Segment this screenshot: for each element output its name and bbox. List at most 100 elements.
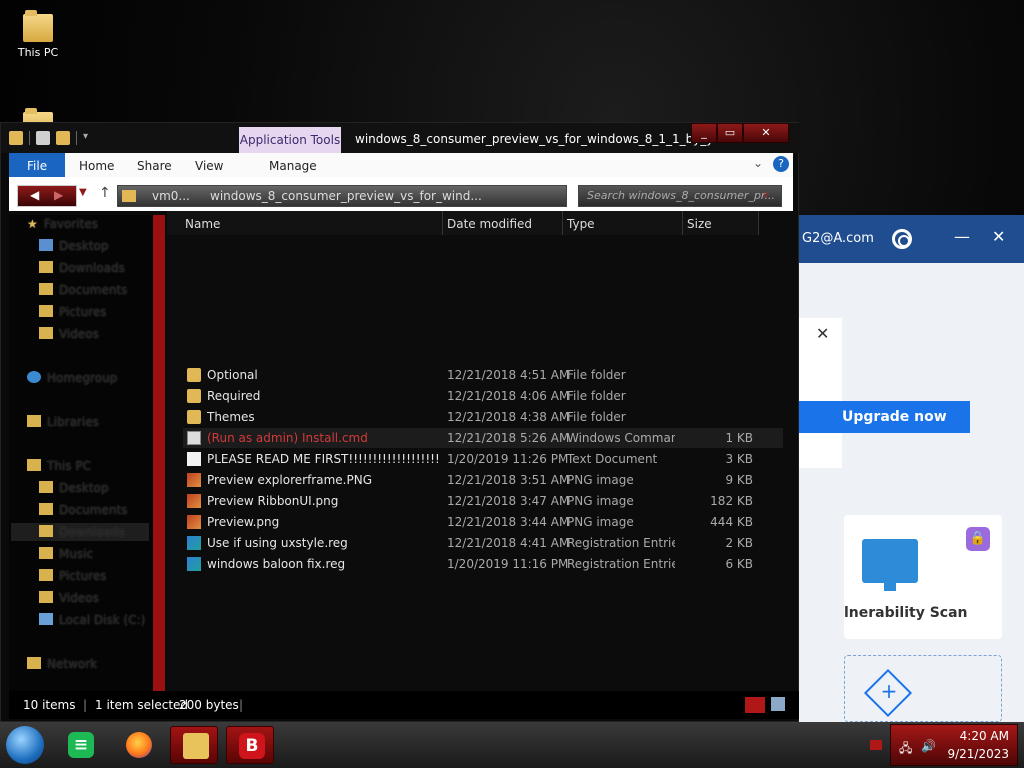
nav-pictures[interactable]: Pictures xyxy=(39,303,107,321)
column-header-date[interactable]: Date modified xyxy=(443,211,563,235)
clock-date: 9/21/2023 xyxy=(947,747,1009,761)
tab-file[interactable]: File xyxy=(9,153,66,177)
nav-pc-documents[interactable]: Documents xyxy=(39,501,127,519)
nav-videos[interactable]: Videos xyxy=(39,325,99,343)
nav-pc-downloads[interactable]: Downloads xyxy=(11,523,149,541)
file-row[interactable]: Preview.png 12/21/2018 3:44 AM PNG image… xyxy=(183,512,783,532)
plus-icon: + xyxy=(863,668,913,718)
file-size: 3 KB xyxy=(725,452,753,466)
address-segment[interactable]: vm0... xyxy=(152,186,190,206)
details-view-icon[interactable] xyxy=(745,697,765,713)
background-app-header: G2@A.com — ✕ xyxy=(790,215,1024,263)
search-icon[interactable]: ⌕ xyxy=(763,187,770,202)
upgrade-now-button[interactable]: Upgrade now xyxy=(790,401,970,433)
vulnerability-scan-card[interactable]: 🔒 lnerability Scan xyxy=(844,515,1002,639)
nav-network[interactable]: Network xyxy=(27,655,97,673)
file-row[interactable]: windows baloon fix.reg 1/20/2019 11:16 P… xyxy=(183,554,783,574)
back-arrow-icon[interactable]: ◀ xyxy=(30,188,39,202)
nav-local-disk[interactable]: Local Disk (C:) xyxy=(39,611,145,629)
navigation-buttons: ◀ ▶ xyxy=(17,185,77,207)
file-row-selected[interactable]: (Run as admin) Install.cmd 12/21/2018 5:… xyxy=(183,428,783,448)
minimize-button[interactable]: _ xyxy=(691,123,717,143)
status-bar: 10 items | 1 item selected 200 bytes | xyxy=(9,691,799,719)
chevron-down-icon[interactable]: ⌄ xyxy=(753,156,763,170)
address-input[interactable]: vm0... windows_8_consumer_preview_vs_for… xyxy=(117,185,567,207)
clock[interactable]: 4:20 AM 9/21/2023 xyxy=(947,727,1009,763)
maximize-button[interactable]: ▭ xyxy=(717,123,743,143)
navigation-scrollbar[interactable] xyxy=(153,215,165,691)
tab-manage[interactable]: Manage xyxy=(255,153,331,177)
file-date: 12/21/2018 3:47 AM xyxy=(447,494,570,508)
window-controls: _ ▭ ✕ xyxy=(691,123,789,143)
file-row[interactable]: Use if using uxstyle.reg 12/21/2018 4:41… xyxy=(183,533,783,553)
help-icon[interactable]: ? xyxy=(773,156,789,172)
nav-libraries[interactable]: Libraries xyxy=(27,413,99,431)
nav-downloads[interactable]: Downloads xyxy=(39,259,125,277)
minimize-icon[interactable]: — xyxy=(954,227,970,246)
add-feature-card[interactable]: + xyxy=(844,655,1002,722)
help-icon[interactable] xyxy=(892,229,912,249)
new-folder-icon[interactable] xyxy=(56,131,70,145)
folder-icon xyxy=(39,591,53,603)
close-button[interactable]: ✕ xyxy=(743,123,789,143)
recent-locations-icon[interactable]: ▼ xyxy=(79,187,87,198)
application-tools-tab[interactable]: Application Tools xyxy=(239,127,341,153)
start-button[interactable] xyxy=(6,726,44,764)
column-header-type[interactable]: Type xyxy=(563,211,683,235)
taskbar-app-firefox[interactable] xyxy=(114,726,162,764)
network-icon[interactable]: 🖧 xyxy=(899,739,912,760)
file-date: 1/20/2019 11:26 PM xyxy=(447,452,569,466)
file-row[interactable]: Preview RibbonUI.png 12/21/2018 3:47 AM … xyxy=(183,491,783,511)
chevron-down-icon[interactable]: ▾ xyxy=(83,131,88,145)
file-type: Windows Comman... xyxy=(567,431,675,445)
address-segment[interactable]: windows_8_consumer_preview_vs_for_wind..… xyxy=(210,186,482,206)
file-name: Preview.png xyxy=(207,515,280,529)
file-row[interactable]: Themes 12/21/2018 4:38 AM File folder xyxy=(183,407,783,427)
file-name: PLEASE READ ME FIRST!!!!!!!!!!!!!!!!!!!!… xyxy=(207,452,439,466)
file-row[interactable]: Preview explorerframe.PNG 12/21/2018 3:5… xyxy=(183,470,783,490)
folder-icon xyxy=(39,283,53,295)
nav-music[interactable]: Music xyxy=(39,545,93,563)
forward-arrow-icon[interactable]: ▶ xyxy=(54,188,63,202)
tab-share[interactable]: Share xyxy=(123,153,186,177)
nav-homegroup[interactable]: Homegroup xyxy=(27,369,117,387)
folder-icon xyxy=(187,368,201,382)
tab-view[interactable]: View xyxy=(181,153,237,177)
navigation-pane: ★ Favorites Desktop Downloads Documents P… xyxy=(9,215,165,691)
folder-icon xyxy=(39,261,53,273)
file-row[interactable]: PLEASE READ ME FIRST!!!!!!!!!!!!!!!!!!!!… xyxy=(183,449,783,469)
nav-pc-desktop[interactable]: Desktop xyxy=(39,479,109,497)
nav-pc-videos[interactable]: Videos xyxy=(39,589,99,607)
clock-time: 4:20 AM xyxy=(959,729,1009,743)
file-row[interactable]: Optional 12/21/2018 4:51 AM File folder xyxy=(183,365,783,385)
taskbar-app-bitdefender[interactable]: B xyxy=(226,726,274,764)
folder-icon[interactable] xyxy=(9,131,23,145)
title-bar[interactable]: ▾ Application Tools windows_8_consumer_p… xyxy=(1,123,800,153)
item-count: 10 items xyxy=(23,698,76,712)
nav-pc-pictures[interactable]: Pictures xyxy=(39,567,107,585)
close-icon[interactable]: ✕ xyxy=(992,227,1005,246)
file-size: 2 KB xyxy=(725,536,753,550)
large-icons-view-icon[interactable] xyxy=(771,697,785,711)
nav-favorites[interactable]: ★ Favorites xyxy=(27,215,98,233)
nav-this-pc[interactable]: This PC xyxy=(27,457,91,475)
popup-close-icon[interactable]: ✕ xyxy=(816,324,829,343)
column-header-size[interactable]: Size xyxy=(683,211,759,235)
tab-home[interactable]: Home xyxy=(65,153,128,177)
volume-icon[interactable]: 🔊 xyxy=(921,739,936,753)
taskbar-app-file-explorer[interactable] xyxy=(170,726,218,764)
properties-icon[interactable] xyxy=(36,131,50,145)
up-arrow-icon[interactable]: ↑ xyxy=(99,185,111,201)
desktop-icon-this-pc[interactable]: This PC xyxy=(8,10,68,59)
column-header-name[interactable]: Name xyxy=(167,211,443,235)
image-file-icon xyxy=(187,473,201,487)
nav-desktop[interactable]: Desktop xyxy=(39,237,109,255)
search-input[interactable]: Search windows_8_consumer_pr... xyxy=(578,185,782,207)
taskbar-app-spotify[interactable]: ≡ xyxy=(56,726,104,764)
show-hidden-icons-icon[interactable] xyxy=(870,740,882,750)
file-type: Text Document xyxy=(567,452,658,466)
system-tray: 🖧 🔊 4:20 AM 9/21/2023 xyxy=(890,724,1018,766)
file-type: File folder xyxy=(567,368,626,382)
file-row[interactable]: Required 12/21/2018 4:06 AM File folder xyxy=(183,386,783,406)
nav-documents[interactable]: Documents xyxy=(39,281,127,299)
